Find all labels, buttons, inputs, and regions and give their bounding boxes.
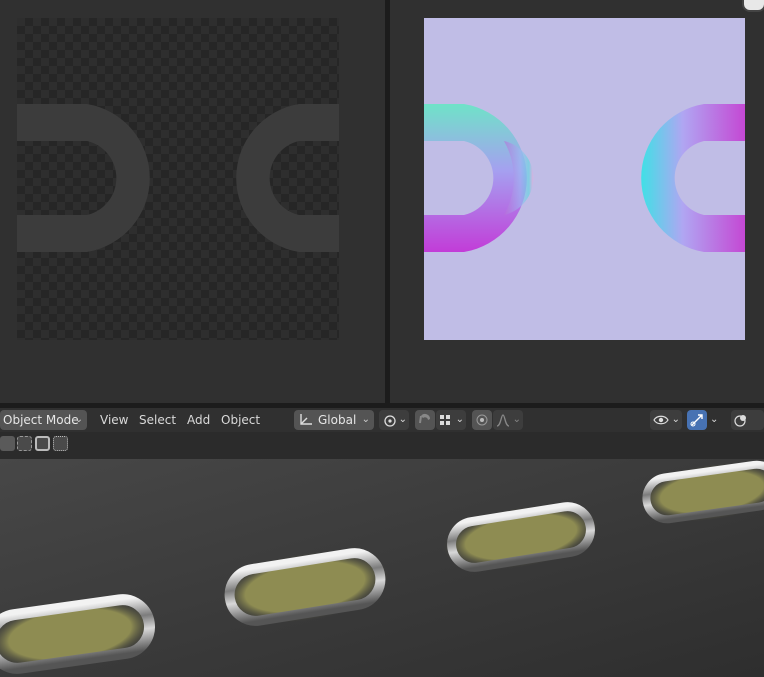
normal-link-right [641, 104, 745, 252]
menu-view[interactable]: View [100, 408, 128, 432]
falloff-curve-icon [496, 414, 510, 427]
gizmo-icon [690, 414, 703, 427]
texture-shapes [17, 104, 339, 252]
chevron-down-icon: ⌄ [361, 414, 370, 425]
magnet-icon [419, 414, 430, 424]
chevron-down-icon: ⌄ [74, 414, 83, 425]
viewport-header: Object Mode ⌄ View Select Add Object Glo… [0, 408, 764, 432]
normal-map-preview[interactable] [424, 18, 745, 340]
grid-icon [440, 415, 450, 425]
scene-render [0, 459, 764, 677]
selection-mode-tools [0, 434, 80, 456]
mode-label: Object Mode [3, 413, 79, 427]
transform-orientation-dropdown[interactable]: Global ⌄ [294, 410, 374, 430]
proportional-edit-toggle[interactable] [472, 410, 492, 430]
viewport-3d[interactable] [0, 459, 764, 677]
eye-icon [653, 415, 669, 425]
select-subtract-icon[interactable] [35, 436, 50, 451]
chevron-down-icon: ⌄ [455, 414, 464, 425]
select-extend-icon[interactable] [17, 436, 32, 451]
proportional-edit-icon [476, 414, 488, 426]
normal-link-left [424, 104, 527, 252]
transform-axes-icon [300, 414, 312, 425]
menu-add[interactable]: Add [187, 408, 210, 432]
visibility-button[interactable]: ⌄ [650, 410, 682, 430]
texture-link-left [17, 104, 150, 252]
select-new-icon[interactable] [0, 436, 15, 451]
chevron-down-icon: ⌄ [671, 414, 680, 425]
mode-dropdown[interactable]: Object Mode ⌄ [0, 410, 87, 430]
orientation-label: Global [318, 413, 357, 427]
chevron-down-icon: ⌄ [512, 414, 521, 425]
transparency-texture-preview[interactable] [17, 18, 339, 340]
texture-link-right [236, 104, 339, 252]
overlays-icon [734, 415, 746, 427]
overlays-button[interactable] [731, 410, 764, 430]
pivot-point-icon [384, 415, 396, 427]
normal-map-shapes [424, 104, 745, 252]
chevron-down-icon: ⌄ [398, 414, 407, 425]
menu-object[interactable]: Object [221, 408, 260, 432]
menu-select[interactable]: Select [139, 408, 176, 432]
snap-target-button[interactable]: ⌄ [436, 410, 466, 430]
falloff-button[interactable]: ⌄ [493, 410, 523, 430]
pivot-point-button[interactable]: ⌄ [379, 410, 409, 430]
chevron-down-icon[interactable]: ⌄ [710, 410, 718, 430]
snap-toggle[interactable] [415, 410, 435, 430]
select-invert-icon[interactable] [53, 436, 68, 451]
gizmo-toggle[interactable] [687, 410, 707, 430]
area-corner-icon[interactable] [742, 0, 764, 12]
